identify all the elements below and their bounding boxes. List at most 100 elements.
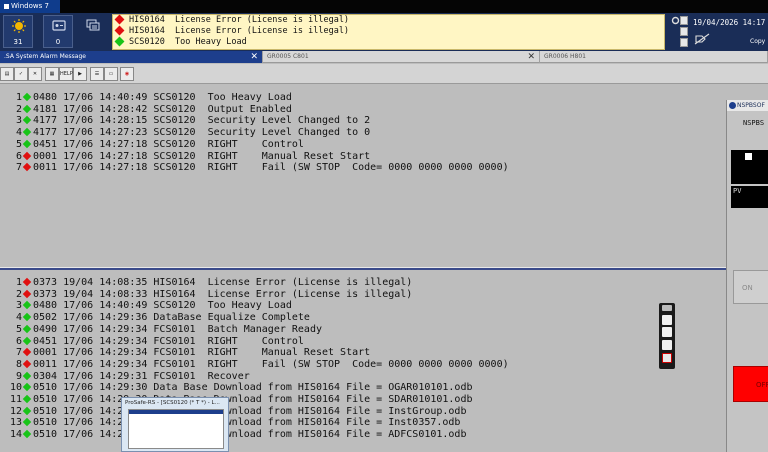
buzzer-off-icon[interactable] bbox=[694, 33, 710, 45]
message-row[interactable]: 6 0451 17/06 14:29:34 FCS0101 RIGHT Contr… bbox=[0, 336, 304, 348]
row-number: 4 bbox=[15, 127, 22, 139]
alarm-line[interactable]: HIS0164 License Error (License is illega… bbox=[113, 25, 664, 37]
row-number: 1 bbox=[15, 277, 22, 288]
copy-button[interactable]: Copy bbox=[750, 38, 765, 45]
green-status-icon bbox=[22, 301, 32, 310]
tab-gr0006[interactable]: GR0006 H801 bbox=[540, 51, 768, 63]
settings-icon[interactable] bbox=[662, 353, 672, 363]
green-status-icon bbox=[22, 92, 32, 102]
help-button[interactable]: HELP bbox=[59, 67, 73, 81]
message-text: 0490 17/06 14:29:34 FCS0101 Batch Manage… bbox=[33, 323, 322, 335]
green-status-icon bbox=[22, 418, 32, 427]
message-row[interactable]: 13 0510 17/06 14:29:30 Data Base Download… bbox=[0, 417, 461, 429]
message-row[interactable]: 5 0490 17/06 14:29:34 FCS0101 Batch Manag… bbox=[0, 324, 322, 336]
red-alarm-icon bbox=[114, 14, 125, 25]
system-alarm-button[interactable]: 0 bbox=[43, 15, 73, 48]
system-header: 31 0 HIS0164 License Error (License is i… bbox=[0, 13, 768, 51]
thumbnail-title: ProSafe-RS - [SCS0120 (* T *) - L... bbox=[125, 400, 220, 406]
message-row[interactable]: 3 4177 17/06 14:28:15 SCS0120 Security Le… bbox=[0, 115, 370, 127]
row-number: 4 bbox=[15, 312, 22, 324]
faceplate-display bbox=[731, 150, 768, 184]
message-button[interactable] bbox=[78, 15, 108, 48]
row-number: 11 bbox=[9, 394, 22, 405]
row-number: 8 bbox=[15, 358, 22, 370]
window-icon[interactable]: ▭ bbox=[104, 67, 118, 81]
row-number: 2 bbox=[15, 288, 22, 300]
faceplate-window[interactable]: NSPBSOF NSPBS PV ON OFF bbox=[726, 100, 768, 452]
message-row[interactable]: 4 4177 17/06 14:27:23 SCS0120 Security Le… bbox=[0, 127, 370, 139]
windows-tab[interactable]: Windows 7 bbox=[0, 0, 60, 13]
hmi-screen: Windows 7 31 0 HIS0164 License Error (Li… bbox=[0, 0, 768, 452]
message-row[interactable]: 8 0011 17/06 14:29:34 FCS0101 RIGHT Fail … bbox=[0, 359, 509, 371]
tab-system-alarm[interactable]: .SA System Alarm Message ✕ bbox=[0, 51, 263, 63]
message-text: 0502 17/06 14:29:36 DataBase Equalize Co… bbox=[33, 312, 310, 324]
row-number: 14 bbox=[9, 429, 22, 441]
alarm-summary-panel[interactable]: HIS0164 License Error (License is illega… bbox=[112, 14, 665, 50]
message-row[interactable]: 1 0480 17/06 14:40:49 SCS0120 Too Heavy L… bbox=[0, 92, 292, 104]
camera-icon[interactable] bbox=[662, 315, 672, 325]
message-row[interactable]: 5 0451 17/06 14:27:18 SCS0120 RIGHT Contr… bbox=[0, 139, 304, 151]
message-text: 0480 17/06 14:40:49 SCS0120 Too Heavy Lo… bbox=[33, 300, 292, 312]
off-button[interactable]: OFF bbox=[733, 366, 768, 402]
message-row[interactable]: 6 0001 17/06 14:27:18 SCS0120 RIGHT Manua… bbox=[0, 151, 370, 163]
message-row[interactable]: 4 0502 17/06 14:29:36 DataBase Equalize C… bbox=[0, 312, 310, 324]
red-status-icon bbox=[22, 162, 32, 172]
window-tab-bar: .SA System Alarm Message ✕ GR0005 C801 ✕… bbox=[0, 51, 768, 63]
green-status-icon bbox=[22, 104, 32, 113]
close-icon[interactable]: ✕ bbox=[527, 51, 535, 63]
message-row[interactable]: 7 0001 17/06 14:29:34 FCS0101 RIGHT Manua… bbox=[0, 347, 370, 359]
red-status-icon bbox=[22, 359, 32, 369]
taskbar-thumbnail[interactable]: ProSafe-RS - [SCS0120 (* T *) - L... bbox=[121, 397, 229, 452]
green-status-icon bbox=[22, 127, 32, 137]
message-row[interactable]: 14 0510 17/06 14:29:30 Data Base Download… bbox=[0, 429, 467, 441]
faceplate-title[interactable]: NSPBSOF bbox=[727, 100, 768, 111]
upper-message-list[interactable]: 1 0480 17/06 14:40:49 SCS0120 Too Heavy L… bbox=[0, 85, 726, 267]
message-row[interactable]: 7 0011 17/06 14:27:18 SCS0120 RIGHT Fail … bbox=[0, 162, 509, 174]
play-icon[interactable]: ▶ bbox=[73, 67, 87, 81]
copy-icon[interactable] bbox=[662, 340, 672, 350]
document-icon[interactable] bbox=[680, 16, 688, 25]
message-row[interactable]: 9 0304 17/06 14:29:31 FCS0101 Recover bbox=[0, 371, 250, 383]
green-status-icon bbox=[22, 394, 32, 404]
on-button[interactable]: ON bbox=[733, 270, 768, 304]
close-icon[interactable]: ✕ bbox=[250, 51, 258, 63]
clipboard-icon[interactable] bbox=[680, 38, 688, 47]
filter-icon[interactable]: ▦ bbox=[45, 67, 59, 81]
document-icon[interactable] bbox=[680, 27, 688, 36]
monitor-icon bbox=[52, 20, 66, 31]
pv-display: PV bbox=[731, 186, 768, 208]
windows-logo-icon bbox=[4, 3, 9, 9]
list-icon[interactable]: ☰ bbox=[90, 67, 104, 81]
preview-bar bbox=[129, 410, 223, 414]
green-status-icon bbox=[22, 139, 32, 149]
message-row[interactable]: 10 0510 17/06 14:29:30 Data Base Download… bbox=[0, 382, 473, 394]
message-text: 0510 17/06 14:29:30 Data Base Download f… bbox=[33, 405, 467, 417]
message-text: 0510 17/06 14:29:30 Data Base Download f… bbox=[33, 394, 473, 405]
message-row[interactable]: 2 0373 19/04 14:08:33 HIS0164 License Err… bbox=[0, 289, 412, 301]
message-text: 0304 17/06 14:29:31 FCS0101 Recover bbox=[33, 370, 250, 382]
green-status-icon bbox=[22, 336, 32, 345]
message-row[interactable]: 12 0510 17/06 14:29:30 Data Base Download… bbox=[0, 405, 467, 418]
indicator-block bbox=[745, 153, 752, 160]
process-alarm-button[interactable]: 31 bbox=[3, 15, 33, 48]
message-row[interactable]: 1 0373 19/04 14:08:35 HIS0164 License Err… bbox=[0, 277, 412, 289]
alarm-line[interactable]: SCS0120 Too Heavy Load bbox=[113, 36, 664, 48]
tab-gr0005[interactable]: GR0005 C801 ✕ bbox=[263, 51, 540, 63]
menu-icon[interactable] bbox=[662, 305, 672, 311]
gear-icon[interactable] bbox=[671, 16, 680, 25]
lower-message-list[interactable]: 1 0373 19/04 14:08:35 HIS0164 License Err… bbox=[0, 271, 726, 452]
faceplate-icon bbox=[729, 102, 736, 109]
message-text: 0510 17/06 14:29:30 Data Base Download f… bbox=[33, 429, 467, 441]
acknowledge-icon[interactable]: ✓ bbox=[14, 67, 28, 81]
video-icon[interactable] bbox=[662, 327, 672, 337]
message-row[interactable]: 2 4181 17/06 14:28:42 SCS0120 Output Enab… bbox=[0, 104, 292, 116]
message-row[interactable]: 3 0480 17/06 14:40:49 SCS0120 Too Heavy L… bbox=[0, 300, 292, 312]
delete-icon[interactable]: ✕ bbox=[28, 67, 42, 81]
alarm-line[interactable]: HIS0164 License Error (License is illega… bbox=[113, 14, 664, 26]
floating-toolbar bbox=[659, 303, 675, 369]
pane-splitter[interactable] bbox=[0, 267, 726, 270]
alarm-icon[interactable]: ◉ bbox=[120, 67, 134, 81]
faceplate-tag: NSPBS bbox=[743, 119, 765, 127]
message-row[interactable]: 11 0510 17/06 14:29:30 Data Base Download… bbox=[0, 394, 473, 406]
print-icon[interactable]: ▤ bbox=[0, 67, 14, 81]
